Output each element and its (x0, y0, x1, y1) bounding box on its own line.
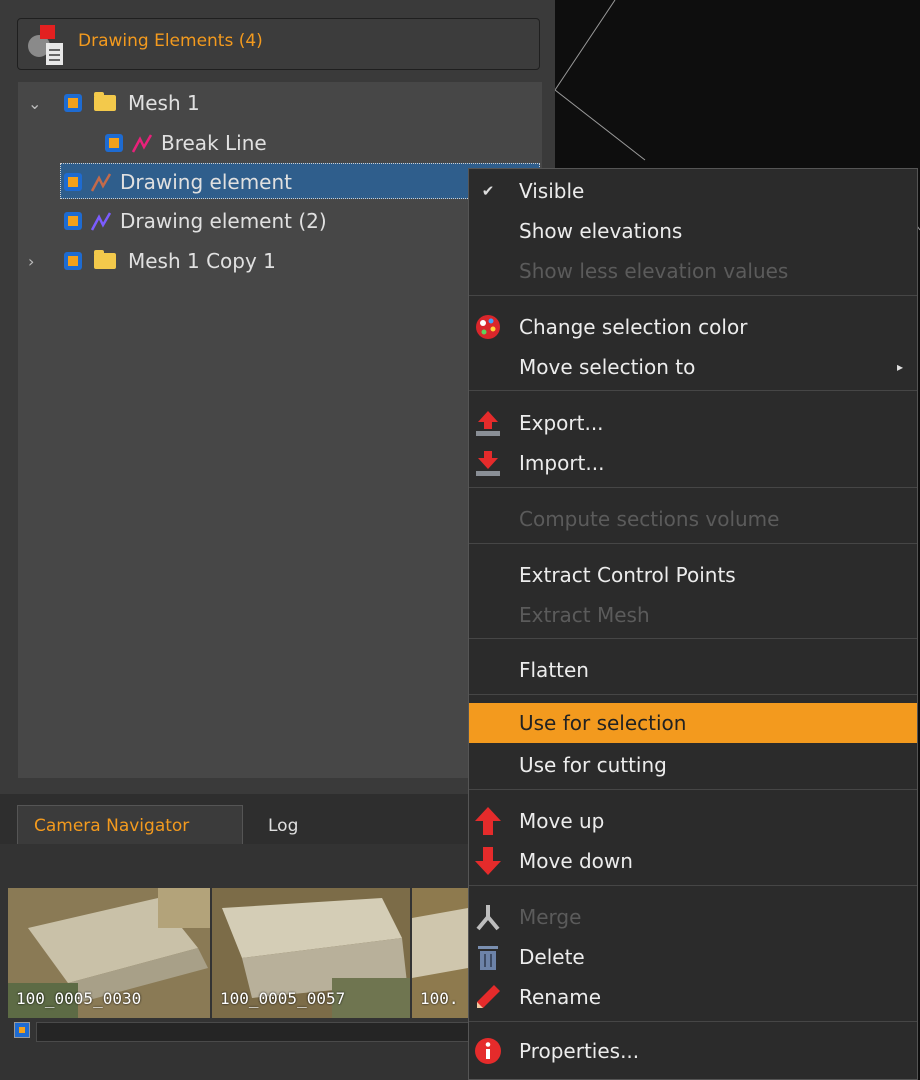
context-menu: ✔ Visible Show elevations Show less elev… (468, 168, 918, 1080)
menu-item-flatten[interactable]: Flatten (469, 650, 917, 690)
menu-item-move-down[interactable]: Move down (469, 841, 917, 881)
menu-item-import[interactable]: Import... (469, 443, 917, 483)
menu-separator (469, 885, 917, 886)
import-icon (473, 448, 503, 478)
menu-separator (469, 694, 917, 695)
polyline-icon (90, 173, 112, 192)
menu-separator (469, 295, 917, 296)
trash-icon (473, 942, 503, 972)
panel-title: Drawing Elements (4) (78, 31, 263, 51)
tab-log[interactable]: Log (268, 816, 298, 836)
tree-item-label: Drawing element (2) (120, 209, 327, 233)
menu-item-rename[interactable]: Rename (469, 977, 917, 1017)
menu-item-show-less-elevation-values[interactable]: Show less elevation values (469, 251, 917, 291)
folder-icon (94, 92, 116, 111)
visibility-checkbox[interactable] (64, 173, 82, 191)
menu-separator (469, 1021, 917, 1022)
thumbnail-label: 100_0005_0030 (16, 989, 142, 1008)
menu-separator (469, 638, 917, 639)
tree-item-label: Drawing element (120, 170, 292, 194)
merge-icon (473, 902, 503, 932)
visibility-checkbox[interactable] (64, 252, 82, 270)
menu-item-extract-control-points[interactable]: Extract Control Points (469, 555, 917, 595)
tab-camera-navigator-label[interactable]: Camera Navigator (34, 816, 189, 836)
drawing-elements-icon (28, 25, 63, 65)
check-icon: ✔ (481, 182, 495, 200)
menu-separator (469, 789, 917, 790)
menu-separator (469, 543, 917, 544)
expand-arrow-icon[interactable]: › (28, 252, 50, 271)
pencil-icon (473, 982, 503, 1012)
menu-item-move-selection-to[interactable]: Move selection to ▸ (469, 347, 917, 387)
camera-thumbnail[interactable]: 100_0005_0057 (212, 888, 410, 1018)
polyline-icon (131, 134, 153, 153)
tree-item-label: Mesh 1 Copy 1 (128, 249, 276, 273)
menu-item-extract-mesh[interactable]: Extract Mesh (469, 595, 917, 635)
arrow-down-icon (473, 846, 503, 876)
tree-item-mesh-1[interactable]: ⌄ Mesh 1 (28, 86, 200, 120)
submenu-arrow-icon: ▸ (896, 360, 903, 374)
menu-item-properties[interactable]: Properties... (469, 1031, 917, 1071)
visibility-checkbox[interactable] (64, 212, 82, 230)
export-icon (473, 408, 503, 438)
menu-item-delete[interactable]: Delete (469, 937, 917, 977)
menu-item-compute-sections-volume[interactable]: Compute sections volume (469, 499, 917, 539)
polyline-icon (90, 212, 112, 231)
visibility-checkbox[interactable] (64, 94, 82, 112)
menu-item-move-up[interactable]: Move up (469, 801, 917, 841)
menu-item-merge[interactable]: Merge (469, 897, 917, 937)
collapse-arrow-icon[interactable]: ⌄ (28, 94, 50, 113)
palette-icon (473, 312, 503, 342)
strip-marker[interactable] (14, 1022, 30, 1038)
menu-separator (469, 487, 917, 488)
tree-item-break-line[interactable]: Break Line (105, 126, 267, 160)
thumbnail-label: 100. (420, 989, 459, 1008)
camera-thumbnail[interactable]: 100_0005_0030 (8, 888, 210, 1018)
tree-item-label: Break Line (161, 131, 267, 155)
tree-item-label: Mesh 1 (128, 91, 200, 115)
camera-thumbnail[interactable]: 100. (412, 888, 468, 1018)
menu-separator (469, 390, 917, 391)
thumbnail-label: 100_0005_0057 (220, 989, 346, 1008)
camera-strip-scrollbar[interactable] (36, 1022, 470, 1042)
info-icon (473, 1036, 503, 1066)
tree-item-drawing-element-2[interactable]: Drawing element (2) (64, 204, 327, 238)
menu-item-show-elevations[interactable]: Show elevations (469, 211, 917, 251)
menu-item-use-for-selection[interactable]: Use for selection (469, 703, 917, 743)
menu-item-use-for-cutting[interactable]: Use for cutting (469, 745, 917, 785)
folder-icon (94, 250, 116, 269)
tree-item-drawing-element[interactable]: Drawing element (64, 165, 292, 199)
visibility-checkbox[interactable] (105, 134, 123, 152)
menu-item-export[interactable]: Export... (469, 403, 917, 443)
menu-item-visible[interactable]: ✔ Visible (469, 171, 917, 211)
arrow-up-icon (473, 806, 503, 836)
tree-item-mesh-1-copy-1[interactable]: › Mesh 1 Copy 1 (28, 244, 276, 278)
menu-item-change-selection-color[interactable]: Change selection color (469, 307, 917, 347)
